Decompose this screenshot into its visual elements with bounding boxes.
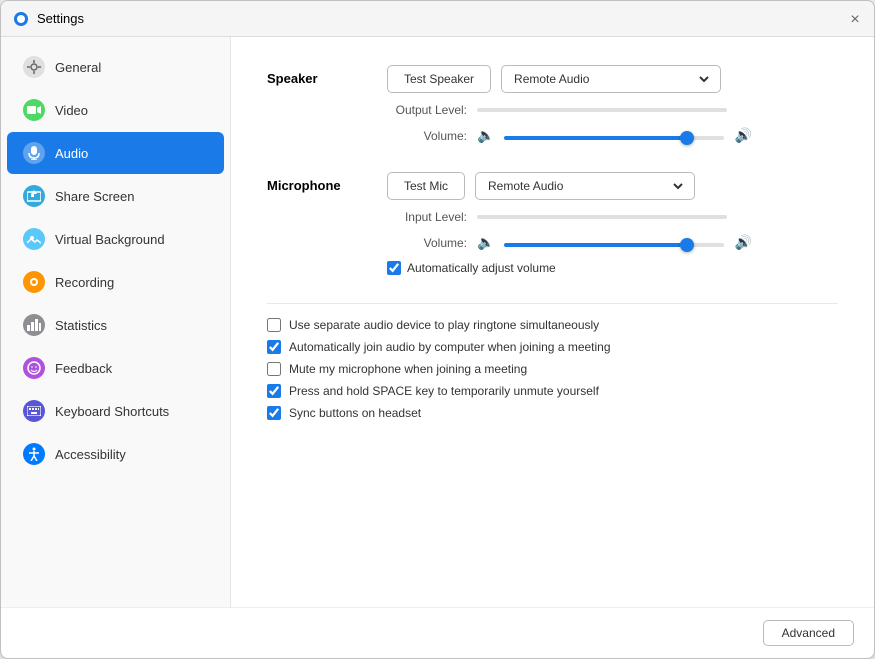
app-icon: [13, 11, 29, 27]
spacebar-label: Press and hold SPACE key to temporarily …: [289, 384, 599, 398]
microphone-volume-row: Volume: 🔈 🔊: [387, 234, 838, 251]
speaker-output-level-row: Output Level:: [387, 103, 838, 117]
mute-join-checkbox[interactable]: [267, 362, 281, 376]
sidebar-label-general: General: [55, 60, 101, 75]
sidebar-item-video[interactable]: Video: [7, 89, 224, 131]
feedback-icon: [23, 357, 45, 379]
sidebar-item-feedback[interactable]: Feedback: [7, 347, 224, 389]
advanced-button[interactable]: Advanced: [763, 620, 854, 646]
sidebar: General Video Audio Share: [1, 37, 231, 607]
option-auto-join: Automatically join audio by computer whe…: [267, 336, 838, 358]
microphone-controls: Test Mic Remote Audio Input Level:: [387, 172, 838, 275]
sidebar-item-share-screen[interactable]: Share Screen: [7, 175, 224, 217]
speaker-controls-top: Test Speaker Remote Audio: [387, 65, 838, 93]
option-sync-buttons: Sync buttons on headset: [267, 402, 838, 424]
speaker-label: Speaker: [267, 65, 387, 86]
divider: [267, 303, 838, 304]
microphone-volume-label: Volume:: [387, 236, 467, 250]
sidebar-label-audio: Audio: [55, 146, 88, 161]
speaker-controls: Test Speaker Remote Audio Output Level:: [387, 65, 838, 144]
options-section: Use separate audio device to play ringto…: [267, 314, 838, 424]
video-icon: [23, 99, 45, 121]
speaker-volume-row: Volume: 🔈 🔊: [387, 127, 838, 144]
option-separate-audio: Use separate audio device to play ringto…: [267, 314, 838, 336]
option-spacebar: Press and hold SPACE key to temporarily …: [267, 380, 838, 402]
sidebar-item-statistics[interactable]: Statistics: [7, 304, 224, 346]
virtual-background-icon: [23, 228, 45, 250]
statistics-icon: [23, 314, 45, 336]
audio-icon: [23, 142, 45, 164]
speaker-mute-icon: 🔈: [477, 127, 494, 144]
separate-audio-checkbox[interactable]: [267, 318, 281, 332]
microphone-input-level-bar: [477, 215, 727, 219]
sidebar-item-general[interactable]: General: [7, 46, 224, 88]
sidebar-label-accessibility: Accessibility: [55, 447, 126, 462]
speaker-output-level-bar: [477, 108, 727, 112]
close-button[interactable]: ×: [848, 12, 862, 26]
title-bar-left: Settings: [13, 11, 84, 27]
title-bar: Settings ×: [1, 1, 874, 37]
sidebar-item-accessibility[interactable]: Accessibility: [7, 433, 224, 475]
speaker-slider-container: [504, 128, 724, 143]
share-screen-icon: [23, 185, 45, 207]
input-level-label: Input Level:: [387, 210, 467, 224]
general-icon: [23, 56, 45, 78]
keyboard-shortcuts-icon: [23, 400, 45, 422]
speaker-volume-icon: 🔊: [734, 127, 751, 144]
sidebar-label-share-screen: Share Screen: [55, 189, 135, 204]
output-level-label: Output Level:: [387, 103, 467, 117]
test-mic-button[interactable]: Test Mic: [387, 172, 465, 200]
sync-buttons-label: Sync buttons on headset: [289, 406, 421, 420]
window-title: Settings: [37, 11, 84, 26]
spacebar-checkbox[interactable]: [267, 384, 281, 398]
auto-adjust-checkbox[interactable]: [387, 261, 401, 275]
microphone-mute-icon: 🔈: [477, 234, 494, 251]
sidebar-item-recording[interactable]: Recording: [7, 261, 224, 303]
auto-adjust-label: Automatically adjust volume: [407, 261, 556, 275]
settings-window: Settings × General Video: [0, 0, 875, 659]
speaker-volume-label: Volume:: [387, 129, 467, 143]
sidebar-label-recording: Recording: [55, 275, 114, 290]
sidebar-item-audio[interactable]: Audio: [7, 132, 224, 174]
microphone-slider-container: [504, 235, 724, 250]
separate-audio-label: Use separate audio device to play ringto…: [289, 318, 599, 332]
sidebar-label-virtual-background: Virtual Background: [55, 232, 165, 247]
sidebar-item-virtual-background[interactable]: Virtual Background: [7, 218, 224, 260]
content-area: General Video Audio Share: [1, 37, 874, 607]
option-mute-join: Mute my microphone when joining a meetin…: [267, 358, 838, 380]
bottom-bar: Advanced: [1, 607, 874, 658]
sidebar-label-statistics: Statistics: [55, 318, 107, 333]
test-speaker-button[interactable]: Test Speaker: [387, 65, 491, 93]
microphone-input-level-row: Input Level:: [387, 210, 838, 224]
sidebar-label-video: Video: [55, 103, 88, 118]
speaker-row: Speaker Test Speaker Remote Audio Output: [267, 65, 838, 144]
microphone-row: Microphone Test Mic Remote Audio Input L: [267, 172, 838, 275]
sync-buttons-checkbox[interactable]: [267, 406, 281, 420]
accessibility-icon: [23, 443, 45, 465]
speaker-select[interactable]: Remote Audio: [510, 71, 712, 87]
microphone-volume-slider[interactable]: [504, 243, 724, 247]
microphone-volume-icon: 🔊: [734, 234, 751, 251]
speaker-dropdown[interactable]: Remote Audio: [501, 65, 721, 93]
main-content: Speaker Test Speaker Remote Audio Output: [231, 37, 874, 607]
auto-join-checkbox[interactable]: [267, 340, 281, 354]
speaker-volume-slider[interactable]: [504, 136, 724, 140]
microphone-select[interactable]: Remote Audio: [484, 178, 686, 194]
auto-adjust-row: Automatically adjust volume: [387, 261, 838, 275]
microphone-section: Microphone Test Mic Remote Audio Input L: [267, 172, 838, 275]
microphone-dropdown[interactable]: Remote Audio: [475, 172, 695, 200]
microphone-controls-top: Test Mic Remote Audio: [387, 172, 838, 200]
microphone-label: Microphone: [267, 172, 387, 193]
sidebar-label-feedback: Feedback: [55, 361, 112, 376]
auto-join-label: Automatically join audio by computer whe…: [289, 340, 611, 354]
mute-join-label: Mute my microphone when joining a meetin…: [289, 362, 527, 376]
speaker-section: Speaker Test Speaker Remote Audio Output: [267, 65, 838, 144]
sidebar-label-keyboard-shortcuts: Keyboard Shortcuts: [55, 404, 169, 419]
sidebar-item-keyboard-shortcuts[interactable]: Keyboard Shortcuts: [7, 390, 224, 432]
recording-icon: [23, 271, 45, 293]
